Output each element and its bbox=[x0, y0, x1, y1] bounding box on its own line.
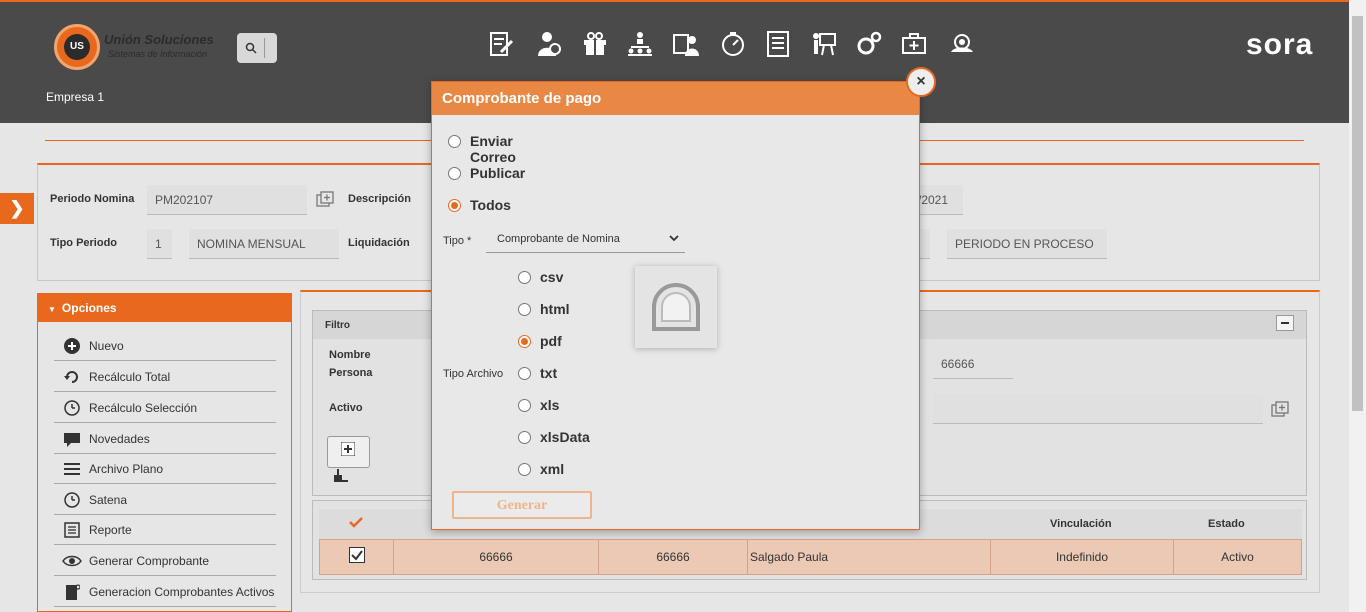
select-all-check-icon[interactable] bbox=[349, 516, 363, 528]
settings-icon[interactable] bbox=[855, 30, 883, 58]
loading-icon bbox=[652, 282, 700, 331]
report-list-icon[interactable] bbox=[764, 30, 792, 58]
edit-document-icon[interactable] bbox=[487, 30, 515, 58]
tipo-periodo-code-field[interactable]: 1 bbox=[147, 229, 172, 259]
dialog-title: Comprobante de pago bbox=[432, 82, 919, 115]
chevron-right-icon: ❯ bbox=[9, 198, 25, 218]
id-card-icon[interactable] bbox=[672, 30, 700, 58]
option-generacion-comprobantes-activos[interactable]: Generacion Comprobantes Activos bbox=[54, 576, 276, 607]
radio-button[interactable] bbox=[518, 399, 531, 412]
cell-document: 66666 bbox=[599, 540, 748, 574]
option-recalculo-seleccion[interactable]: Recálculo Selección bbox=[54, 392, 276, 423]
close-icon: × bbox=[916, 73, 926, 90]
comment-icon bbox=[64, 433, 80, 447]
generar-button[interactable]: Generar bbox=[452, 491, 592, 519]
lookup-icon[interactable] bbox=[316, 191, 334, 207]
radio-button[interactable] bbox=[518, 367, 531, 380]
report-icon bbox=[64, 522, 80, 538]
caret-down-icon: ▼ bbox=[48, 305, 56, 314]
sora-brand-logo: sora bbox=[1246, 28, 1314, 61]
liquidacion-label: Liquidación bbox=[348, 237, 410, 249]
logo-subtitle: Sistemas de Información bbox=[108, 49, 208, 59]
estado-periodo-field: PERIODO EN PROCESO bbox=[947, 229, 1107, 259]
lookup-icon[interactable] bbox=[1271, 401, 1289, 417]
column-vinculacion[interactable]: Vinculación bbox=[1050, 518, 1112, 530]
filter-lookup-field[interactable] bbox=[933, 394, 1263, 424]
add-filter-button[interactable] bbox=[327, 436, 370, 468]
radio-button[interactable] bbox=[448, 167, 461, 180]
table-row[interactable]: 66666 66666 Salgado Paula Indefinido Act… bbox=[319, 539, 1302, 575]
option-nuevo[interactable]: Nuevo bbox=[54, 330, 276, 361]
radio-button[interactable] bbox=[518, 463, 531, 476]
persona-label: Persona bbox=[329, 367, 373, 379]
chevron-down-icon bbox=[669, 235, 679, 242]
radio-button[interactable] bbox=[518, 431, 531, 444]
lines-icon bbox=[64, 463, 80, 475]
cell-estado: Activo bbox=[1221, 550, 1254, 564]
tipo-periodo-name-field: NOMINA MENSUAL bbox=[189, 229, 339, 259]
timer-icon[interactable] bbox=[718, 30, 746, 58]
plus-icon bbox=[341, 442, 355, 456]
clock-icon bbox=[64, 400, 80, 416]
clear-filter-icon[interactable] bbox=[333, 469, 349, 483]
search-button[interactable] bbox=[237, 33, 277, 63]
descripcion-label: Descripción bbox=[348, 193, 411, 205]
option-recalculo-total[interactable]: Recálculo Total bbox=[54, 361, 276, 392]
nombre-label: Nombre bbox=[329, 349, 371, 361]
sidebar-toggle-button[interactable]: ❯ bbox=[0, 193, 34, 224]
periodo-nomina-label: Periodo Nomina bbox=[50, 193, 135, 205]
clock-icon bbox=[64, 492, 80, 508]
column-estado[interactable]: Estado bbox=[1208, 518, 1245, 530]
options-panel: ▼ Opciones Nuevo Recálculo Total Recálcul… bbox=[37, 293, 292, 612]
collapse-filter-button[interactable] bbox=[1276, 315, 1294, 331]
company-name: Empresa 1 bbox=[46, 90, 105, 104]
cell-nombre: Salgado Paula bbox=[748, 540, 991, 574]
page-scrollbar[interactable] bbox=[1349, 0, 1366, 612]
tipo-archivo-label: Tipo Archivo bbox=[443, 368, 504, 380]
search-icon bbox=[245, 42, 257, 54]
union-soluciones-logo[interactable]: US Unión Soluciones Sistemas de Informac… bbox=[54, 24, 224, 70]
training-icon[interactable] bbox=[809, 30, 837, 58]
tipo-periodo-label: Tipo Periodo bbox=[50, 237, 118, 249]
option-archivo-plano[interactable]: Archivo Plano bbox=[54, 453, 276, 484]
option-novedades[interactable]: Novedades bbox=[54, 423, 276, 454]
logo-title: Unión Soluciones bbox=[104, 32, 214, 47]
close-dialog-button[interactable]: × bbox=[906, 67, 936, 97]
radio-button[interactable] bbox=[518, 271, 531, 284]
option-generar-comprobante[interactable]: Generar Comprobante bbox=[54, 545, 276, 576]
radio-button[interactable] bbox=[518, 303, 531, 316]
support-icon[interactable] bbox=[948, 30, 976, 58]
radio-button-selected[interactable] bbox=[448, 199, 461, 212]
gift-icon[interactable] bbox=[581, 30, 609, 58]
refresh-icon bbox=[64, 371, 78, 383]
radio-button[interactable] bbox=[448, 135, 461, 148]
document-icon bbox=[66, 584, 80, 600]
org-chart-icon[interactable] bbox=[626, 30, 654, 58]
scrollbar-thumb[interactable] bbox=[1352, 16, 1363, 411]
comprobante-de-pago-dialog: Comprobante de pago Enviar Correo Public… bbox=[431, 81, 920, 530]
option-satena[interactable]: Satena bbox=[54, 484, 276, 515]
radio-button-selected[interactable] bbox=[518, 335, 531, 348]
code-filter-field[interactable]: 66666 bbox=[933, 349, 1013, 379]
activo-label: Activo bbox=[329, 402, 363, 414]
periodo-nomina-field[interactable]: PM202107 bbox=[147, 185, 307, 215]
option-reporte[interactable]: Reporte bbox=[54, 514, 276, 545]
options-header[interactable]: ▼ Opciones bbox=[38, 294, 291, 322]
checkbox-checked-icon[interactable] bbox=[348, 547, 365, 563]
eye-icon bbox=[62, 555, 82, 567]
logo-mark: US bbox=[54, 24, 100, 70]
tipo-select[interactable]: Comprobante de Nomina bbox=[486, 229, 685, 253]
row-checkbox-cell[interactable] bbox=[320, 540, 394, 574]
cell-vinculacion: Indefinido bbox=[991, 540, 1174, 574]
medical-bag-icon[interactable] bbox=[901, 30, 929, 58]
plus-circle-icon bbox=[64, 338, 80, 354]
tipo-label: Tipo * bbox=[443, 235, 472, 247]
user-money-icon[interactable] bbox=[534, 30, 562, 58]
loading-spinner bbox=[635, 266, 717, 348]
cell-code: 66666 bbox=[394, 540, 599, 574]
